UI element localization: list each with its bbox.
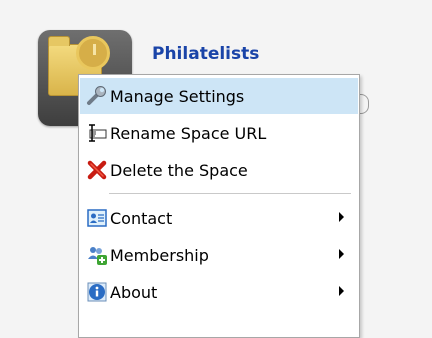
menu-item-label: Contact (110, 208, 173, 228)
space-title[interactable]: Philatelists (152, 44, 259, 64)
space-context-menu: Manage Settings Rename Space URL Delete … (78, 74, 360, 338)
menu-item-about[interactable]: About (80, 274, 358, 310)
clock-icon (76, 36, 110, 70)
red-x-icon (86, 159, 108, 181)
submenu-arrow-icon (339, 249, 344, 259)
menu-item-delete-space[interactable]: Delete the Space (80, 152, 358, 188)
menu-item-manage-settings[interactable]: Manage Settings (80, 78, 358, 114)
menu-item-label: Membership (110, 245, 209, 265)
menu-item-label: Manage Settings (110, 86, 245, 106)
submenu-arrow-icon (339, 286, 344, 296)
submenu-arrow-icon (339, 212, 344, 222)
menu-item-label: Rename Space URL (110, 123, 267, 143)
menu-item-label: About (110, 282, 158, 302)
menu-item-contact[interactable]: Contact (80, 200, 358, 236)
menu-item-label: Delete the Space (110, 160, 248, 180)
wrench-icon (86, 85, 108, 107)
menu-item-rename-space-url[interactable]: Rename Space URL (80, 115, 358, 151)
menu-item-membership[interactable]: Membership (80, 237, 358, 273)
menu-separator (109, 193, 351, 194)
add-members-icon (86, 244, 108, 266)
contact-card-icon (86, 207, 108, 229)
text-cursor-icon (86, 122, 108, 144)
info-icon (86, 281, 108, 303)
